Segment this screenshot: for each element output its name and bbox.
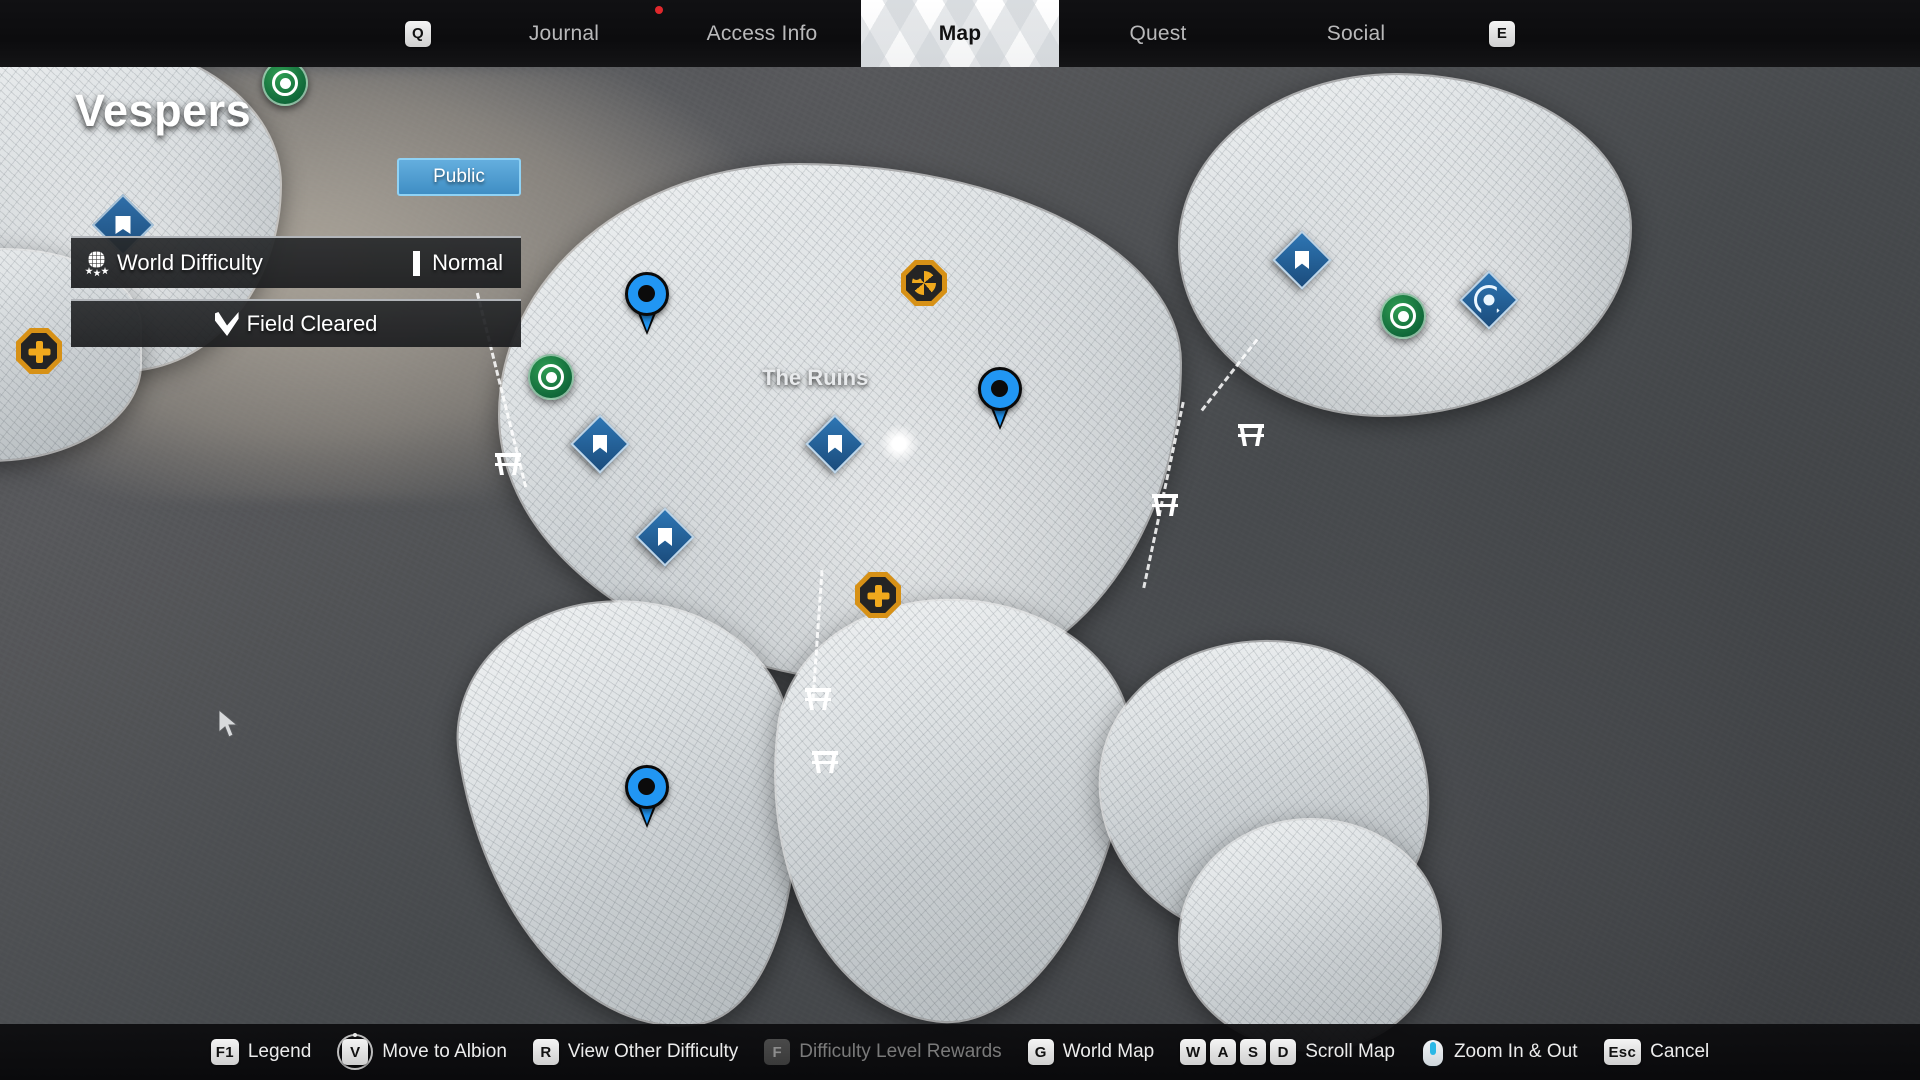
key-r[interactable]: R: [532, 1039, 559, 1065]
key-f: F: [764, 1039, 791, 1065]
gate-icon[interactable]: [1152, 490, 1178, 516]
field-cleared-group: Field Cleared: [214, 311, 378, 337]
key-a[interactable]: A: [1210, 1039, 1237, 1065]
tab-quest-label: Quest: [1129, 21, 1187, 45]
key-w[interactable]: W: [1180, 1039, 1207, 1065]
tab-social[interactable]: Social: [1257, 0, 1455, 67]
tab-map[interactable]: Map: [861, 0, 1059, 67]
hint-zoom-label: Zoom In & Out: [1453, 1041, 1578, 1062]
hint-cancel[interactable]: Esc Cancel: [1603, 1039, 1710, 1065]
hint-legend[interactable]: F1 Legend: [210, 1039, 312, 1065]
field-cleared-row: Field Cleared: [71, 299, 521, 347]
map-pin-icon[interactable]: [978, 367, 1022, 430]
world-difficulty-row[interactable]: World Difficulty Normal: [71, 236, 521, 288]
hint-view-other-difficulty-label: View Other Difficulty: [567, 1041, 739, 1062]
hint-move-to-albion-label: Move to Albion: [382, 1041, 507, 1062]
key-wasd-group[interactable]: W A S D: [1180, 1039, 1297, 1065]
hint-scroll-map-label: Scroll Map: [1305, 1041, 1395, 1062]
difficulty-level-bar: [413, 250, 421, 276]
globe-star-icon: [85, 251, 109, 277]
map-background[interactable]: The Ruins: [0, 0, 1920, 1080]
octagon-wheel-icon[interactable]: [901, 260, 947, 306]
key-esc[interactable]: Esc: [1603, 1039, 1642, 1065]
session-type-label: Public: [433, 166, 485, 187]
gate-icon[interactable]: [1238, 420, 1264, 446]
tab-journal[interactable]: Journal: [465, 0, 663, 67]
gate-icon[interactable]: [812, 747, 838, 773]
hint-world-map[interactable]: G World Map: [1027, 1039, 1155, 1065]
hint-legend-label: Legend: [247, 1041, 312, 1062]
tab-quest[interactable]: Quest: [1059, 0, 1257, 67]
map-highlight-glow: [880, 425, 918, 463]
field-cleared-label: Field Cleared: [246, 311, 378, 336]
world-difficulty-value: Normal: [432, 250, 503, 275]
nav-prev-key[interactable]: Q: [405, 20, 431, 47]
control-hints-bar: F1 Legend V Move to Albion R View Other …: [0, 1024, 1920, 1080]
key-d[interactable]: D: [1270, 1039, 1297, 1065]
key-s[interactable]: S: [1240, 1039, 1267, 1065]
nav-next-key[interactable]: E: [1489, 20, 1515, 47]
teleport-circle-icon[interactable]: [1380, 293, 1426, 339]
top-navigation-bar: Q Journal Access Info Map Quest Social E: [0, 0, 1920, 67]
tab-map-label: Map: [938, 21, 982, 45]
world-difficulty-label-group: World Difficulty: [85, 250, 263, 277]
hint-difficulty-level-rewards-label: Difficulty Level Rewards: [799, 1041, 1002, 1062]
hint-view-other-difficulty[interactable]: R View Other Difficulty: [532, 1039, 739, 1065]
tab-social-label: Social: [1326, 21, 1386, 45]
hint-scroll-map[interactable]: W A S D Scroll Map: [1180, 1039, 1395, 1065]
map-pin-icon[interactable]: [625, 765, 669, 828]
teleport-circle-icon[interactable]: [528, 354, 574, 400]
octagon-swirl-icon[interactable]: [855, 572, 901, 618]
mouse-wheel-icon[interactable]: [1421, 1037, 1445, 1068]
landmass-southeast: [1180, 820, 1440, 1050]
hint-difficulty-level-rewards: F Difficulty Level Rewards: [764, 1039, 1002, 1065]
key-f1[interactable]: F1: [210, 1039, 239, 1065]
hint-cancel-label: Cancel: [1650, 1041, 1710, 1062]
tab-access-info[interactable]: Access Info: [663, 0, 861, 67]
key-v[interactable]: V: [337, 1034, 374, 1070]
hint-move-to-albion[interactable]: V Move to Albion: [337, 1034, 507, 1070]
key-g[interactable]: G: [1027, 1039, 1054, 1065]
mouse-cursor: [219, 710, 239, 738]
gate-icon[interactable]: [495, 449, 521, 475]
page-title: Vespers: [75, 85, 252, 136]
hint-zoom[interactable]: Zoom In & Out: [1421, 1037, 1578, 1068]
hint-world-map-label: World Map: [1062, 1041, 1155, 1062]
session-type-badge[interactable]: Public: [397, 158, 521, 196]
world-difficulty-value-group: Normal: [413, 250, 509, 276]
game-map-screen: The Ruins Q Journal Access Info Map Ques…: [0, 0, 1920, 1080]
notification-dot-icon: [655, 6, 663, 14]
world-difficulty-label: World Difficulty: [117, 250, 263, 275]
checkmark-icon: [214, 312, 239, 336]
tab-journal-label: Journal: [528, 21, 600, 45]
gate-icon[interactable]: [805, 684, 831, 710]
map-pin-icon[interactable]: [625, 272, 669, 335]
tab-access-info-label: Access Info: [706, 21, 818, 45]
map-region-label: The Ruins: [762, 365, 869, 390]
key-v-cap: V: [342, 1039, 369, 1065]
